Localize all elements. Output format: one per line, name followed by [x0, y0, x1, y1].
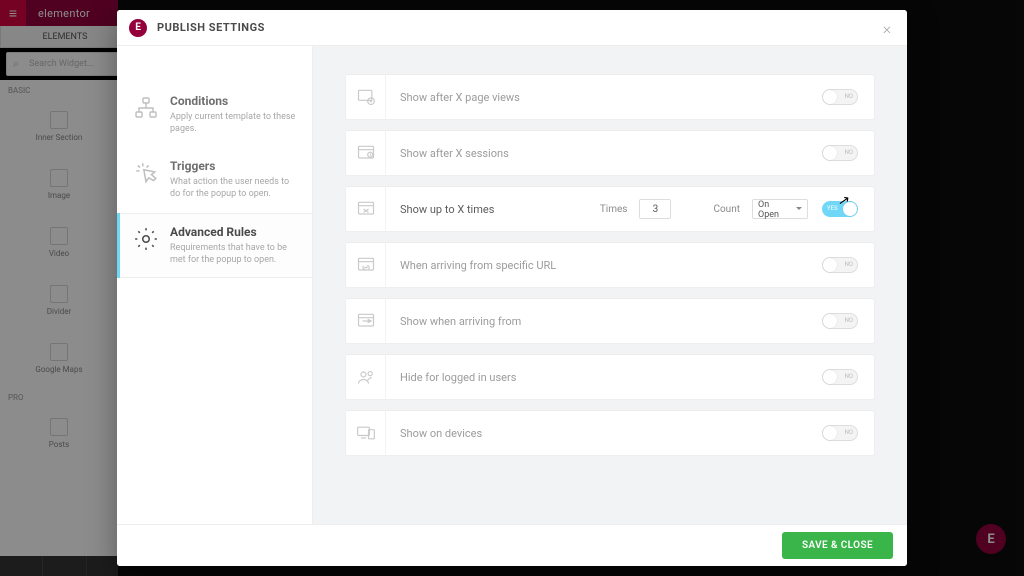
page-views-icon	[346, 75, 386, 119]
publish-settings-modal: E PUBLISH SETTINGS × Conditions Apply cu…	[117, 10, 907, 566]
sidebar-item-label: Triggers	[170, 159, 298, 173]
users-icon	[346, 355, 386, 399]
rule-arriving-from[interactable]: Show when arriving from YESNO	[345, 298, 875, 344]
modal-header: E PUBLISH SETTINGS ×	[117, 10, 907, 46]
toggle-devices[interactable]: YESNO	[822, 425, 858, 441]
rule-logged-in[interactable]: Hide for logged in users YESNO	[345, 354, 875, 400]
rule-from-url[interactable]: When arriving from specific URL YESNO	[345, 242, 875, 288]
modal-footer: SAVE & CLOSE	[117, 524, 907, 566]
toggle-sessions[interactable]: YESNO	[822, 145, 858, 161]
sidebar-item-desc: What action the user needs to do for the…	[170, 176, 298, 200]
toggle-up-to-times[interactable]: YESNO	[822, 201, 858, 217]
rules-list: Show after X page views YESNO Show after…	[313, 46, 907, 524]
sidebar-item-desc: Requirements that have to be met for the…	[170, 242, 298, 266]
rule-label: Hide for logged in users	[400, 371, 808, 384]
toggle-from-url[interactable]: YESNO	[822, 257, 858, 273]
rule-sessions[interactable]: Show after X sessions YESNO	[345, 130, 875, 176]
devices-icon	[346, 411, 386, 455]
sidebar-item-label: Advanced Rules	[170, 225, 298, 239]
rule-devices[interactable]: Show on devices YESNO	[345, 410, 875, 456]
rule-label: Show after X sessions	[400, 147, 808, 160]
sitemap-icon	[132, 94, 160, 122]
count-select[interactable]: On Open	[752, 199, 808, 219]
times-label: Times	[600, 204, 628, 215]
up-to-times-icon	[346, 187, 386, 231]
close-icon[interactable]: ×	[877, 18, 897, 38]
modal-sidebar: Conditions Apply current template to the…	[117, 46, 313, 524]
toggle-arriving-from[interactable]: YESNO	[822, 313, 858, 329]
click-icon	[132, 159, 160, 187]
rule-label: Show after X page views	[400, 91, 808, 104]
rule-up-to-times[interactable]: Show up to X times Times Count On Open Y…	[345, 186, 875, 232]
rule-label: Show up to X times	[400, 203, 586, 216]
arriving-from-icon	[346, 299, 386, 343]
toggle-logged-in[interactable]: YESNO	[822, 369, 858, 385]
modal-title: PUBLISH SETTINGS	[157, 21, 265, 34]
url-icon	[346, 243, 386, 287]
rule-label: Show on devices	[400, 427, 808, 440]
sidebar-item-triggers[interactable]: Triggers What action the user needs to d…	[117, 147, 312, 212]
rule-label: When arriving from specific URL	[400, 259, 808, 272]
elementor-logo-icon: E	[129, 19, 147, 37]
rule-label: Show when arriving from	[400, 315, 808, 328]
sessions-icon	[346, 131, 386, 175]
gear-icon	[132, 225, 160, 253]
toggle-page-views[interactable]: YESNO	[822, 89, 858, 105]
sidebar-item-desc: Apply current template to these pages.	[170, 111, 298, 135]
sidebar-item-advanced-rules[interactable]: Advanced Rules Requirements that have to…	[117, 213, 312, 278]
rule-page-views[interactable]: Show after X page views YESNO	[345, 74, 875, 120]
sidebar-item-label: Conditions	[170, 94, 298, 108]
count-label: Count	[713, 204, 740, 215]
save-close-button[interactable]: SAVE & CLOSE	[782, 532, 893, 559]
sidebar-item-conditions[interactable]: Conditions Apply current template to the…	[117, 82, 312, 147]
times-input[interactable]	[639, 199, 671, 219]
